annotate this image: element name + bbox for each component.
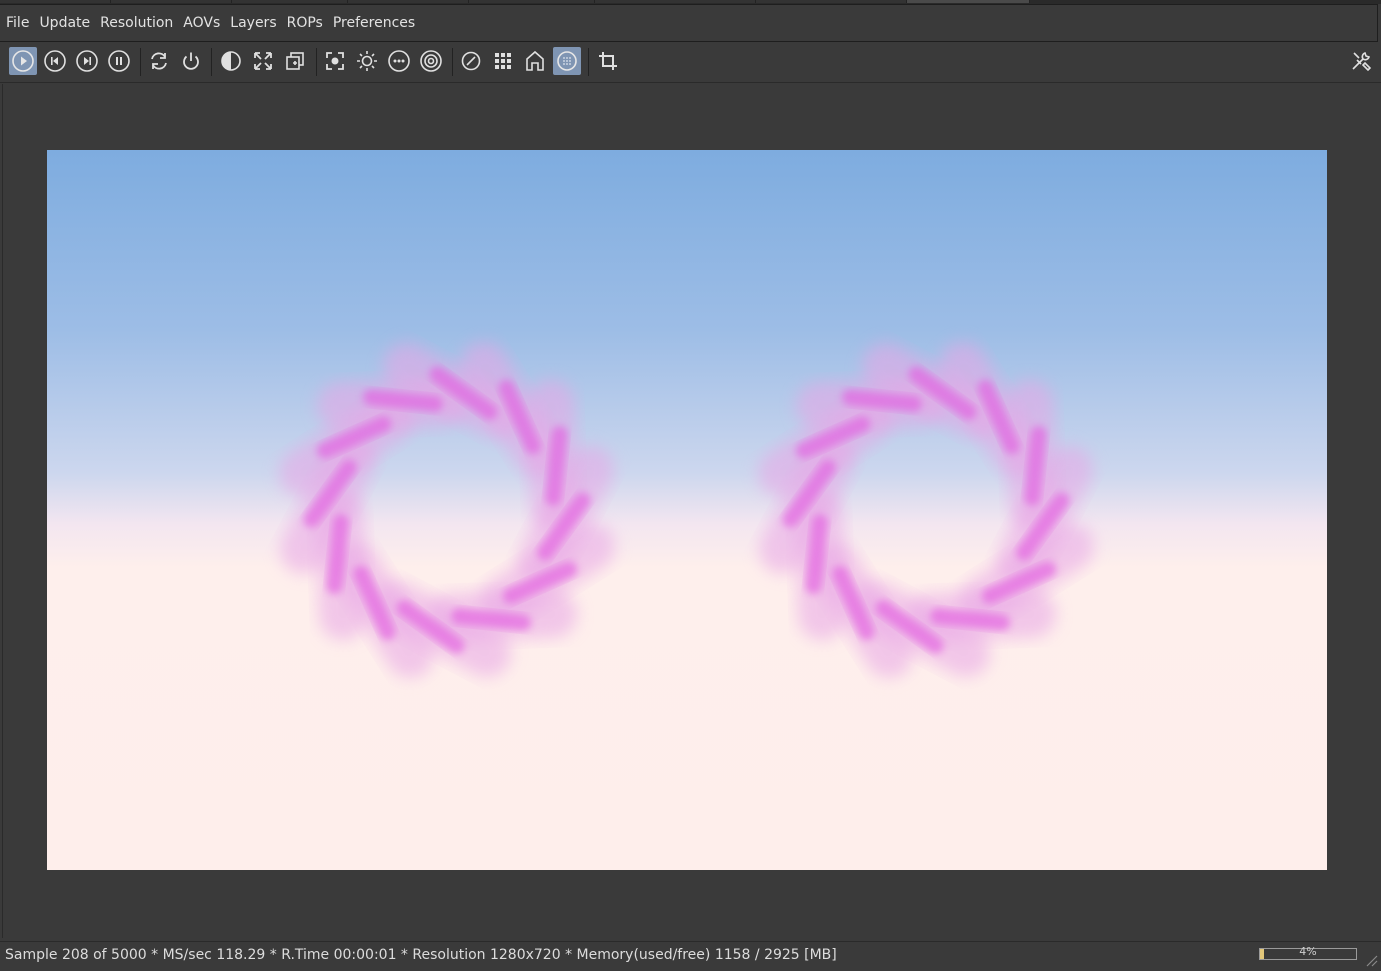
exposure-button[interactable] — [457, 47, 485, 75]
menu-file[interactable]: File — [0, 15, 34, 31]
render-toolbar — [0, 42, 1381, 83]
window-tab[interactable] — [111, 0, 232, 3]
window-tab[interactable] — [595, 0, 756, 3]
menu-resolution[interactable]: Resolution — [95, 15, 178, 31]
pause-icon — [108, 50, 130, 72]
skip-back-button[interactable] — [41, 47, 69, 75]
fit-view-icon — [254, 52, 272, 70]
crop-icon — [599, 52, 617, 70]
region-button[interactable] — [281, 47, 309, 75]
tools-button[interactable] — [1347, 47, 1375, 75]
skip-forward-button[interactable] — [73, 47, 101, 75]
menu-update[interactable]: Update — [34, 15, 95, 31]
menu-aovs[interactable]: AOVs — [178, 15, 225, 31]
render-image[interactable] — [47, 150, 1327, 870]
skip-forward-icon — [76, 50, 98, 72]
toolbar-separator — [588, 48, 589, 76]
resize-grip-icon[interactable] — [1363, 952, 1379, 968]
home-icon — [526, 50, 544, 71]
toolbar-separator — [316, 48, 317, 76]
menu-bar: File Update Resolution AOVs Layers ROPs … — [0, 4, 1378, 42]
sphere-button[interactable] — [553, 47, 581, 75]
render-status-text: Sample 208 of 5000 * MS/sec 118.29 * R.T… — [5, 947, 837, 963]
toolbar-separator — [452, 48, 453, 76]
focus-icon — [326, 52, 344, 70]
toolbar-separator — [211, 48, 212, 76]
region-icon — [286, 52, 304, 70]
more-button[interactable] — [385, 47, 413, 75]
progress-label: 4% — [1299, 945, 1317, 958]
toolbar-separator — [140, 48, 141, 76]
skip-back-icon — [44, 50, 66, 72]
play-button[interactable] — [9, 47, 37, 75]
render-canvas — [279, 342, 1094, 678]
menu-rops[interactable]: ROPs — [282, 15, 328, 31]
window-tab[interactable] — [0, 0, 111, 3]
fit-view-button[interactable] — [249, 47, 277, 75]
more-icon — [388, 50, 410, 72]
pink-ring-left — [279, 342, 615, 678]
menu-preferences[interactable]: Preferences — [328, 15, 420, 31]
target-button[interactable] — [417, 47, 445, 75]
target-icon — [420, 50, 442, 72]
status-bar: Sample 208 of 5000 * MS/sec 118.29 * R.T… — [0, 941, 1381, 971]
power-button[interactable] — [177, 47, 205, 75]
sun-icon — [357, 51, 377, 71]
crop-button[interactable] — [594, 47, 622, 75]
pause-button[interactable] — [105, 47, 133, 75]
contrast-icon — [221, 51, 241, 71]
window-tab[interactable] — [348, 0, 469, 3]
home-button[interactable] — [521, 47, 549, 75]
refresh-icon — [151, 52, 167, 70]
refresh-button[interactable] — [145, 47, 173, 75]
grid-icon — [495, 53, 511, 69]
exposure-icon — [461, 51, 481, 71]
window-tab-active[interactable] — [907, 0, 1030, 3]
sun-button[interactable] — [353, 47, 381, 75]
sphere-icon — [557, 51, 577, 71]
window-tab[interactable] — [232, 0, 348, 3]
pink-ring-right — [758, 342, 1094, 678]
menu-layers[interactable]: Layers — [225, 15, 281, 31]
render-progress-bar: 4% — [1259, 945, 1357, 960]
focus-button[interactable] — [321, 47, 349, 75]
power-icon — [183, 52, 199, 70]
window-tab[interactable] — [469, 0, 595, 3]
play-icon — [12, 50, 34, 72]
tools-icon — [1352, 51, 1372, 72]
contrast-button[interactable] — [217, 47, 245, 75]
window-tab[interactable] — [756, 0, 907, 3]
grid-button[interactable] — [489, 47, 517, 75]
